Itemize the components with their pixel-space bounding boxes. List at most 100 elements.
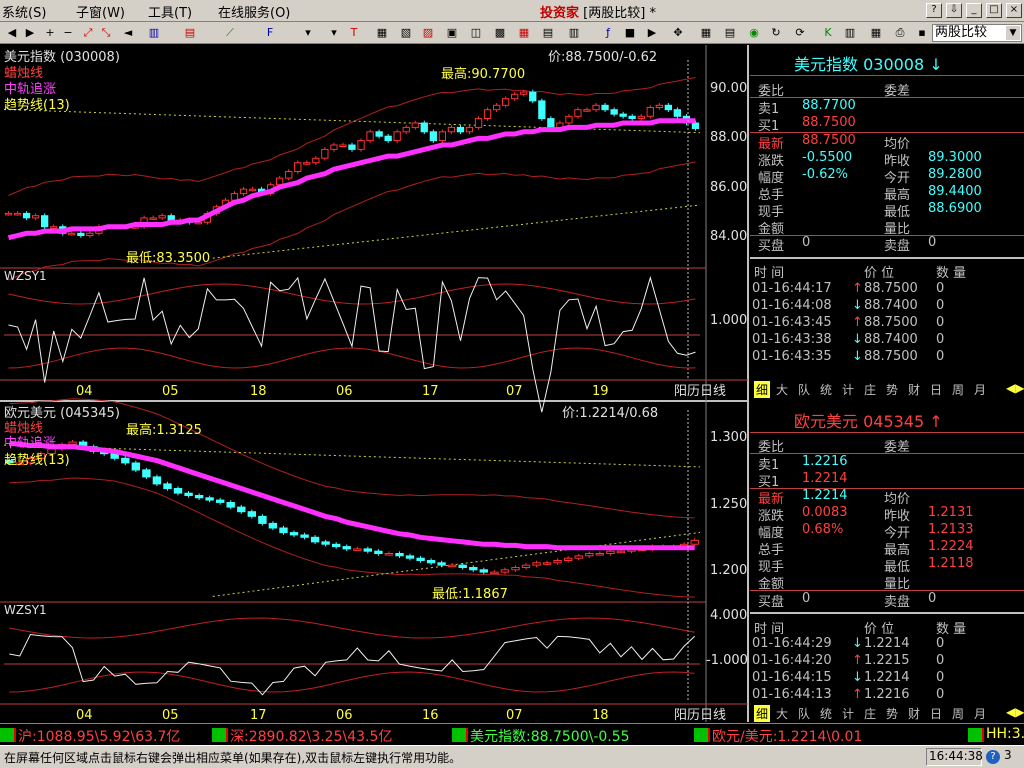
- quote-tab[interactable]: 队: [798, 381, 810, 398]
- buy1-value: 1.2214: [802, 471, 848, 486]
- candle: [152, 476, 162, 485]
- candle: [395, 553, 404, 557]
- candle: [289, 532, 299, 536]
- quote-tab[interactable]: 势: [886, 381, 898, 398]
- divider: [750, 75, 1024, 76]
- quote-tab[interactable]: 细: [754, 705, 771, 722]
- trade-qty: 0: [936, 298, 945, 313]
- label: 幅度: [758, 526, 785, 541]
- top-calendar-label[interactable]: 阳历日线: [674, 384, 726, 399]
- label: 均价: [884, 137, 911, 152]
- candle: [258, 515, 267, 524]
- quote-tab[interactable]: 月: [974, 705, 986, 722]
- divider: [750, 453, 1024, 454]
- ticker-item[interactable]: HH:3.98: [984, 726, 1024, 742]
- bid-vol-value: 0: [802, 235, 811, 250]
- candle: [321, 541, 330, 545]
- status-clock: 16:44:38: [926, 748, 983, 766]
- label: 最新: [758, 137, 785, 152]
- ticker-item[interactable]: 沪:1088.95\5.92\63.7亿: [16, 726, 181, 746]
- quote-tab[interactable]: 月: [974, 381, 986, 398]
- quote-tab[interactable]: 日: [930, 705, 942, 722]
- bottom-y-tick: 1.200: [710, 563, 747, 578]
- label: 涨跌: [758, 154, 785, 169]
- candle: [490, 571, 499, 575]
- label: 现手: [758, 560, 785, 575]
- help-circle-icon[interactable]: ?: [986, 750, 1000, 764]
- candle: [619, 113, 627, 117]
- label: 委比: [758, 84, 785, 99]
- quote-tab[interactable]: 统: [820, 381, 832, 398]
- ticker-item[interactable]: 美元指数:88.7500\-0.55: [468, 726, 630, 746]
- tab-scroll-icon[interactable]: ◀▶: [1006, 381, 1024, 395]
- label: 涨跌: [758, 509, 785, 524]
- prev-close-value: 89.3000: [928, 150, 982, 165]
- change-value: 0.0083: [802, 505, 848, 520]
- candle: [456, 126, 465, 133]
- quote-title-arrow: ↓: [929, 55, 943, 74]
- quote-tab[interactable]: 计: [842, 705, 854, 722]
- divider: [750, 257, 1024, 259]
- quote-tab[interactable]: 队: [798, 705, 810, 722]
- trade-time: 01-16:43:38: [752, 332, 832, 347]
- bottom-indicator-title: WZSY1: [4, 603, 47, 617]
- last-value: 1.2214: [802, 488, 848, 503]
- bottom-y-tick: 1.250: [710, 497, 747, 512]
- prev-close-value: 1.2131: [928, 505, 974, 520]
- quote-tab[interactable]: 庄: [864, 705, 876, 722]
- label: 卖盘: [884, 595, 911, 610]
- label: 委差: [884, 440, 911, 455]
- status-bar: 在屏幕任何区域点击鼠标右键会弹出相应菜单(如果存在),双击鼠标左键执行常用功能。…: [0, 745, 1024, 768]
- candle: [86, 232, 94, 237]
- bottom-calendar-label[interactable]: 阳历日线: [674, 708, 726, 723]
- quote-tab[interactable]: 大: [776, 381, 788, 398]
- ticker-item[interactable]: 欧元/美元:1.2214\0.01: [710, 726, 863, 746]
- top-indicator-tick: 1.000: [710, 313, 747, 328]
- label: 委比: [758, 440, 785, 455]
- trade-direction-icon: ↓: [852, 349, 863, 364]
- candle: [22, 212, 31, 219]
- candle: [574, 109, 582, 117]
- trade-time: 01-16:43:45: [752, 315, 832, 330]
- label: 委差: [884, 84, 911, 99]
- label: 总手: [758, 188, 785, 203]
- candle: [511, 567, 520, 571]
- candle: [565, 115, 573, 124]
- trade-qty: 0: [936, 653, 945, 668]
- bid-vol-value: 0: [802, 591, 811, 606]
- bottom-date-label: 07: [506, 708, 523, 723]
- trades-header-price: 价 位: [864, 622, 895, 637]
- trades-header-qty: 数 量: [936, 622, 967, 637]
- quote-tab[interactable]: 财: [908, 705, 920, 722]
- quote-tab[interactable]: 势: [886, 705, 898, 722]
- candle: [405, 555, 415, 559]
- ticker-item[interactable]: 深:2890.82\3.25\43.5亿: [228, 726, 393, 746]
- trade-time: 01-16:43:35: [752, 349, 832, 364]
- quote-tab[interactable]: 财: [908, 381, 920, 398]
- candle: [330, 144, 338, 150]
- candle: [41, 215, 49, 228]
- top-date-label: 04: [76, 384, 93, 399]
- quote-tab[interactable]: 统: [820, 705, 832, 722]
- quote-tab[interactable]: 细: [754, 381, 771, 398]
- candle: [279, 527, 288, 534]
- trade-direction-icon: ↓: [852, 636, 863, 651]
- quote-tab[interactable]: 周: [952, 705, 964, 722]
- candle: [583, 109, 591, 112]
- candle: [366, 131, 374, 142]
- quote-tab[interactable]: 周: [952, 381, 964, 398]
- candle: [348, 144, 356, 150]
- ask-vol-value: 0: [928, 591, 937, 606]
- quote-tab[interactable]: 大: [776, 705, 788, 722]
- quote-tab[interactable]: 日: [930, 381, 942, 398]
- status-message: 在屏幕任何区域点击鼠标右键会弹出相应菜单(如果存在),双击鼠标左键执行常用功能。: [4, 751, 462, 765]
- candle: [363, 548, 373, 552]
- quote-tab[interactable]: 计: [842, 381, 854, 398]
- label: 幅度: [758, 171, 785, 186]
- candle: [167, 215, 175, 221]
- tab-scroll-icon[interactable]: ◀▶: [1006, 705, 1024, 719]
- label: 最新: [758, 492, 785, 507]
- buy1-value: 88.7500: [802, 115, 856, 130]
- bottom-high-annotation: 最高:1.3125: [126, 422, 202, 438]
- quote-tab[interactable]: 庄: [864, 381, 876, 398]
